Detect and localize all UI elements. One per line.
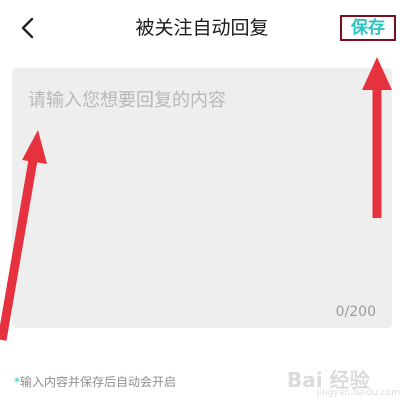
hint-message: 输入内容并保存后自动会开启 xyxy=(20,375,177,389)
char-counter: 0/200 xyxy=(335,304,376,320)
reply-content-input[interactable] xyxy=(12,68,392,294)
save-button[interactable]: 保存 xyxy=(340,15,396,41)
hint-text: *输入内容并保存后自动会开启 xyxy=(14,373,176,390)
nav-bar: 被关注自动回复 保存 xyxy=(0,0,404,58)
watermark-sub: jingyan.baidu.com xyxy=(317,388,401,398)
auto-reply-editor: 0/200 xyxy=(12,68,392,328)
watermark: Bai 经验 jingyan.baidu.com xyxy=(287,364,401,400)
